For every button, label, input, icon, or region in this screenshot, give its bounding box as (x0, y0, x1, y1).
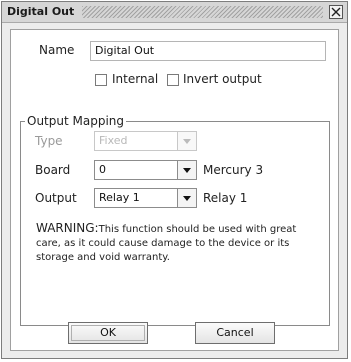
board-value: 0 (99, 163, 106, 176)
board-label: Board (35, 163, 71, 177)
output-label: Output (35, 191, 77, 205)
title-bar[interactable]: Digital Out (2, 2, 347, 23)
ok-button[interactable]: OK (68, 322, 148, 344)
dialog-window: Digital Out Name Digital Out Internal In… (1, 1, 348, 359)
chevron-down-icon[interactable] (177, 189, 196, 207)
ok-label: OK (100, 326, 116, 339)
close-icon[interactable] (329, 5, 343, 19)
warning-text: WARNING:This function should be used wit… (36, 221, 298, 265)
group-title: Output Mapping (25, 114, 126, 128)
cancel-button[interactable]: Cancel (195, 322, 275, 344)
board-description: Mercury 3 (203, 163, 264, 177)
window-title: Digital Out (7, 5, 81, 18)
warning-heading: WARNING: (36, 221, 99, 235)
type-value: Fixed (99, 134, 128, 147)
invert-output-label: Invert output (183, 72, 262, 86)
board-select[interactable]: 0 (94, 160, 197, 180)
internal-checkbox[interactable] (95, 74, 107, 86)
name-label: Name (39, 43, 75, 57)
type-label: Type (35, 134, 63, 148)
output-description: Relay 1 (203, 191, 248, 205)
output-select[interactable]: Relay 1 (94, 188, 197, 208)
chevron-down-icon[interactable] (177, 161, 196, 179)
internal-label: Internal (112, 72, 159, 86)
output-value: Relay 1 (99, 191, 140, 204)
chevron-down-icon (177, 132, 196, 150)
cancel-label: Cancel (216, 326, 254, 339)
invert-output-checkbox[interactable] (167, 74, 179, 86)
type-select: Fixed (94, 131, 197, 151)
name-input[interactable]: Digital Out (90, 41, 326, 61)
title-grip (82, 6, 323, 18)
content-panel: Name Digital Out Internal Invert output … (10, 29, 339, 351)
